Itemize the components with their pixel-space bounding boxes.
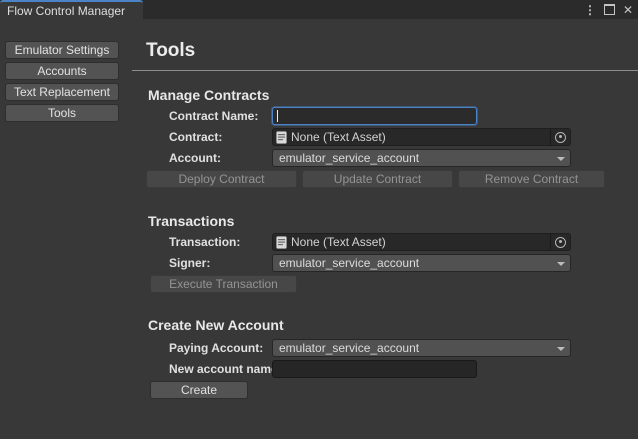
section-title: Transactions: [148, 213, 638, 229]
window-controls: ⋮ ✕: [584, 0, 633, 19]
text-cursor: [277, 110, 278, 122]
object-picker-button[interactable]: [550, 129, 570, 145]
contract-label: Contract:: [169, 130, 272, 144]
sidebar: Emulator Settings Accounts Text Replacem…: [5, 41, 119, 125]
text-asset-icon: [276, 236, 287, 249]
signer-label: Signer:: [169, 256, 272, 270]
titlebar: Flow Control Manager ⋮ ✕: [0, 0, 638, 19]
transaction-buttons-row: Execute Transaction: [150, 275, 638, 293]
create-buttons-row: Create: [150, 381, 638, 399]
contract-row: Contract: None (Text Asset): [148, 128, 638, 146]
contract-object-value: None (Text Asset): [291, 130, 550, 144]
transaction-label: Transaction:: [169, 235, 272, 249]
account-dropdown[interactable]: emulator_service_account: [272, 149, 571, 167]
section-title: Manage Contracts: [148, 87, 638, 103]
sidebar-item-label: Accounts: [37, 64, 86, 78]
contract-name-input[interactable]: [272, 107, 477, 125]
kebab-menu-icon[interactable]: ⋮: [584, 4, 596, 16]
update-contract-button[interactable]: Update Contract: [302, 170, 453, 188]
transaction-row: Transaction: None (Text Asset): [148, 233, 638, 251]
section-transactions: Transactions Transaction: None (Text Ass…: [148, 213, 638, 293]
remove-contract-button[interactable]: Remove Contract: [458, 170, 605, 188]
object-picker-icon: [555, 132, 566, 143]
account-label: Account:: [169, 151, 272, 165]
maximize-icon[interactable]: [604, 4, 615, 15]
create-button[interactable]: Create: [150, 381, 248, 399]
window-title: Flow Control Manager: [7, 4, 125, 18]
paying-account-dropdown-value: emulator_service_account: [279, 341, 419, 355]
object-picker-button[interactable]: [550, 234, 570, 250]
text-asset-icon: [276, 131, 287, 144]
sidebar-item-label: Emulator Settings: [15, 43, 110, 57]
new-account-name-input[interactable]: [272, 360, 477, 378]
transaction-object-value: None (Text Asset): [291, 235, 550, 249]
signer-dropdown-value: emulator_service_account: [279, 256, 419, 270]
chevron-down-icon: [557, 347, 565, 351]
sidebar-item-tools[interactable]: Tools: [5, 104, 119, 122]
deploy-contract-button[interactable]: Deploy Contract: [146, 170, 297, 188]
paying-account-row: Paying Account: emulator_service_account: [148, 339, 638, 357]
sidebar-item-label: Tools: [48, 106, 76, 120]
section-title: Create New Account: [148, 317, 638, 333]
new-account-name-row: New account name:: [148, 360, 638, 378]
sidebar-item-label: Text Replacement: [14, 85, 110, 99]
transaction-object-field[interactable]: None (Text Asset): [272, 233, 571, 251]
chevron-down-icon: [557, 157, 565, 161]
paying-account-label: Paying Account:: [169, 341, 272, 355]
section-manage-contracts: Manage Contracts Contract Name: Contract…: [148, 87, 638, 188]
contract-buttons-row: Deploy Contract Update Contract Remove C…: [146, 170, 638, 188]
flow-control-manager-window: Flow Control Manager ⋮ ✕ Emulator Settin…: [0, 0, 638, 439]
window-tab[interactable]: Flow Control Manager: [0, 0, 143, 19]
sidebar-item-emulator-settings[interactable]: Emulator Settings: [5, 41, 119, 59]
contract-name-label: Contract Name:: [169, 109, 272, 123]
close-icon[interactable]: ✕: [623, 4, 633, 16]
object-picker-icon: [555, 237, 566, 248]
contract-name-row: Contract Name:: [148, 107, 638, 125]
contract-object-field[interactable]: None (Text Asset): [272, 128, 571, 146]
new-account-name-label: New account name:: [169, 362, 272, 376]
title-divider: [132, 70, 638, 71]
section-create-new-account: Create New Account Paying Account: emula…: [148, 317, 638, 399]
signer-dropdown[interactable]: emulator_service_account: [272, 254, 571, 272]
chevron-down-icon: [557, 262, 565, 266]
execute-transaction-button[interactable]: Execute Transaction: [150, 275, 297, 293]
page-title: Tools: [146, 40, 638, 62]
paying-account-dropdown[interactable]: emulator_service_account: [272, 339, 571, 357]
signer-row: Signer: emulator_service_account: [148, 254, 638, 272]
sidebar-item-text-replacement[interactable]: Text Replacement: [5, 83, 119, 101]
account-row: Account: emulator_service_account: [148, 149, 638, 167]
account-dropdown-value: emulator_service_account: [279, 151, 419, 165]
main-panel: Tools Manage Contracts Contract Name: Co…: [132, 19, 638, 399]
sidebar-item-accounts[interactable]: Accounts: [5, 62, 119, 80]
